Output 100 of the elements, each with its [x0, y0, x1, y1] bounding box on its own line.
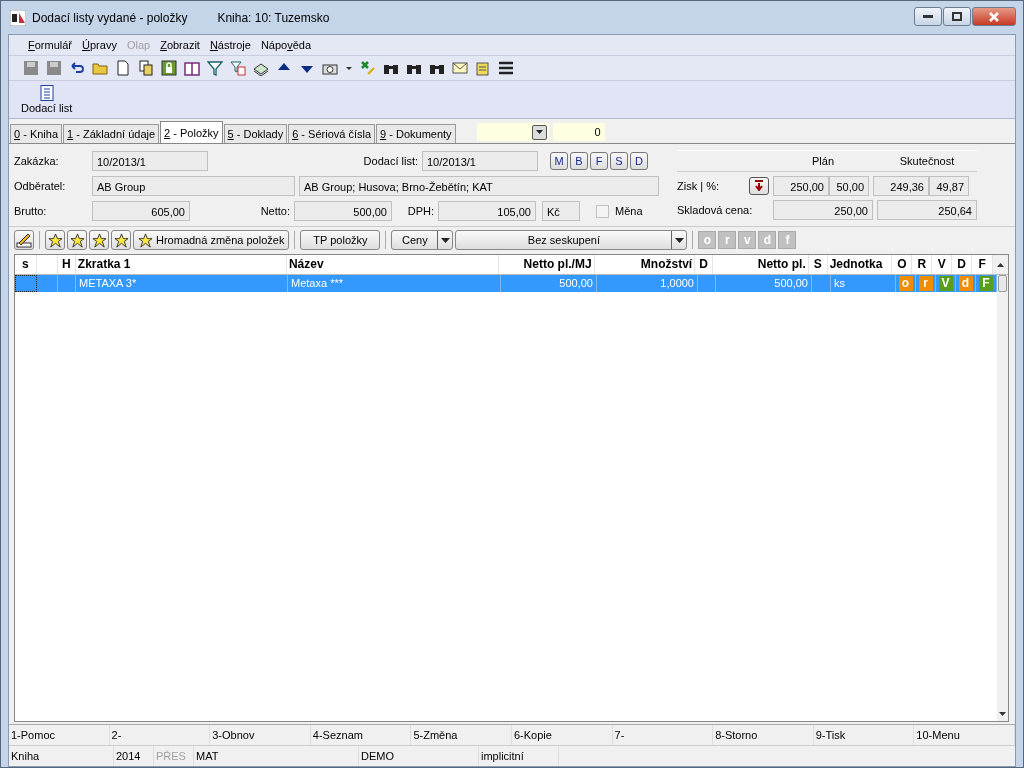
tab[interactable]: 1 - Základní údaje [63, 124, 160, 143]
field-label: Skladová cena: [677, 203, 754, 216]
lock-icon[interactable] [161, 60, 177, 76]
prices-dropdown[interactable]: Ceny [391, 230, 454, 250]
close-button[interactable] [972, 7, 1016, 26]
filter-dropdown[interactable] [476, 123, 549, 141]
column-header[interactable]: Netto pl./MJ [499, 255, 595, 274]
arrow-down-icon [754, 180, 764, 191]
delivery-note-button[interactable]: Dodací list [19, 85, 75, 114]
field-label: Netto: [259, 205, 291, 217]
dropdown-caret-icon [531, 124, 547, 140]
status-field: DEMO [359, 746, 479, 766]
status-field: Kniha [9, 746, 114, 766]
document-type-button[interactable]: D [630, 152, 648, 170]
undo-icon[interactable] [69, 60, 85, 76]
vat-field[interactable]: 105,00 [438, 201, 536, 221]
currency-field[interactable]: Kč [542, 201, 580, 221]
status-field: MAT [194, 746, 359, 766]
plan-percent-field[interactable]: 50,00 [829, 175, 869, 196]
column-header[interactable]: Netto pl. [713, 255, 809, 274]
table-cell: 500,00 [716, 275, 812, 292]
column-header[interactable]: s [15, 255, 37, 274]
recalculate-button[interactable] [749, 176, 769, 195]
column-header[interactable]: D [952, 255, 973, 274]
actual-percent-field[interactable]: 49,87 [929, 175, 969, 196]
tab[interactable]: 2 - Položky [160, 121, 223, 143]
caret-icon [674, 237, 684, 243]
column-header[interactable]: S [808, 255, 828, 274]
status-field: implicitní [479, 746, 559, 766]
column-header[interactable]: O [892, 255, 913, 274]
column-header[interactable]: D [695, 255, 714, 274]
menu-icon[interactable] [498, 60, 514, 76]
counter-field[interactable]: 0 [552, 123, 605, 141]
status-flag: F [979, 276, 993, 291]
column-header[interactable]: Jednotka [827, 255, 893, 274]
mass-change-button[interactable]: Hromadná změna položek [133, 230, 290, 250]
tab[interactable]: 9 - Dokumenty [376, 124, 456, 143]
table-cell: 1,0000 [597, 275, 698, 292]
scroll-down-icon [999, 711, 1006, 716]
net-field[interactable]: 500,00 [294, 201, 392, 221]
field-label: Odběratel: [14, 180, 67, 192]
currency-checkbox[interactable] [596, 204, 609, 218]
grouping-dropdown[interactable]: Bez seskupení [455, 230, 688, 250]
folder-icon[interactable] [92, 60, 108, 76]
save-as-icon[interactable] [46, 60, 62, 76]
status-flag: d [958, 276, 973, 291]
checkbox-label: Měna [615, 205, 643, 217]
column-header[interactable]: Množství [594, 255, 696, 274]
minimize-button[interactable] [914, 7, 942, 26]
column-header[interactable]: Zkratka 1 [75, 255, 287, 274]
minimize-icon [923, 14, 933, 19]
menu-item[interactable]: Nápověda [255, 39, 317, 51]
customer-field[interactable]: AB Group [92, 176, 295, 196]
actual-stock-price-field[interactable]: 250,64 [877, 199, 977, 220]
document-type-button[interactable]: M [550, 152, 568, 170]
scroll-up-icon [997, 262, 1005, 267]
field-label: Zisk | %: [677, 179, 720, 192]
status-flag: r [918, 276, 933, 291]
column-header[interactable]: Název [286, 255, 499, 274]
tab[interactable]: 0 - Kniha [10, 124, 63, 143]
app-logo-icon [10, 9, 26, 26]
save-icon[interactable] [23, 60, 39, 76]
filter-list-icon[interactable] [230, 60, 246, 76]
gross-field[interactable]: 605,00 [92, 201, 190, 221]
actual-profit-field[interactable]: 249,36 [873, 175, 929, 196]
customer-address-field[interactable]: AB Group; Husova; Brno-Žebětín; KAT [299, 176, 659, 196]
document-type-button[interactable]: F [590, 152, 608, 170]
tab[interactable]: 5 - Doklady [223, 124, 288, 143]
plan-stock-price-field[interactable]: 250,00 [773, 199, 873, 220]
envelope-icon[interactable] [452, 60, 468, 76]
copy-icon[interactable] [138, 60, 154, 76]
menu-item[interactable]: Zobrazit [155, 39, 205, 51]
status-flag: V [938, 276, 953, 291]
column-header[interactable]: V [932, 255, 953, 274]
status-flag: o [898, 276, 913, 291]
scrollbar-thumb[interactable] [998, 275, 1007, 292]
tp-items-button[interactable]: TP položky [300, 230, 381, 250]
document-icon[interactable] [115, 60, 131, 76]
field-label: Dodací list: [362, 155, 419, 167]
order-field[interactable]: 10/2013/1 [92, 151, 208, 171]
menu-item[interactable]: Úpravy [77, 39, 122, 51]
maximize-button[interactable] [943, 7, 971, 26]
field-label: DPH: [406, 205, 435, 217]
column-header[interactable]: R [912, 255, 933, 274]
document-icon [39, 85, 54, 101]
edit-button[interactable] [14, 230, 34, 250]
menu-item[interactable]: Nástroje [204, 39, 256, 51]
delivery-note-field[interactable]: 10/2013/1 [422, 151, 538, 171]
column-header: Skutečnost [898, 155, 956, 167]
filter-icon[interactable] [207, 60, 223, 76]
column-header[interactable]: H [57, 255, 76, 274]
star-icon [47, 232, 63, 248]
table-cell: 500,00 [501, 275, 597, 292]
plan-profit-field[interactable]: 250,00 [773, 175, 829, 196]
document-type-button[interactable]: B [570, 152, 588, 170]
tab[interactable]: 6 - Sériová čísla [288, 124, 376, 143]
star-button[interactable] [45, 230, 65, 250]
document-type-button[interactable]: S [610, 152, 628, 170]
menu-item[interactable]: Formulář [23, 39, 78, 51]
pencil-icon [16, 232, 32, 248]
